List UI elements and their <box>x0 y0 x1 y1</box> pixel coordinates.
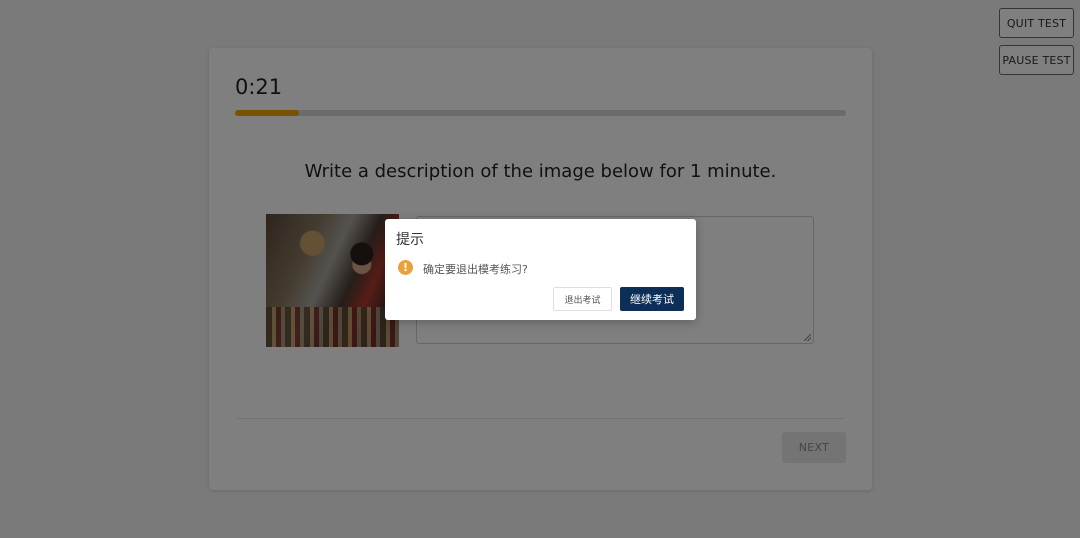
confirm-dialog: 提示 ! 确定要退出模考练习? 退出考试 继续考试 <box>385 219 696 320</box>
warning-icon: ! <box>398 260 413 275</box>
exit-test-button[interactable]: 退出考试 <box>553 287 612 311</box>
dialog-message: 确定要退出模考练习? <box>423 263 528 276</box>
continue-test-button[interactable]: 继续考试 <box>620 287 684 311</box>
dialog-title: 提示 <box>396 232 424 248</box>
